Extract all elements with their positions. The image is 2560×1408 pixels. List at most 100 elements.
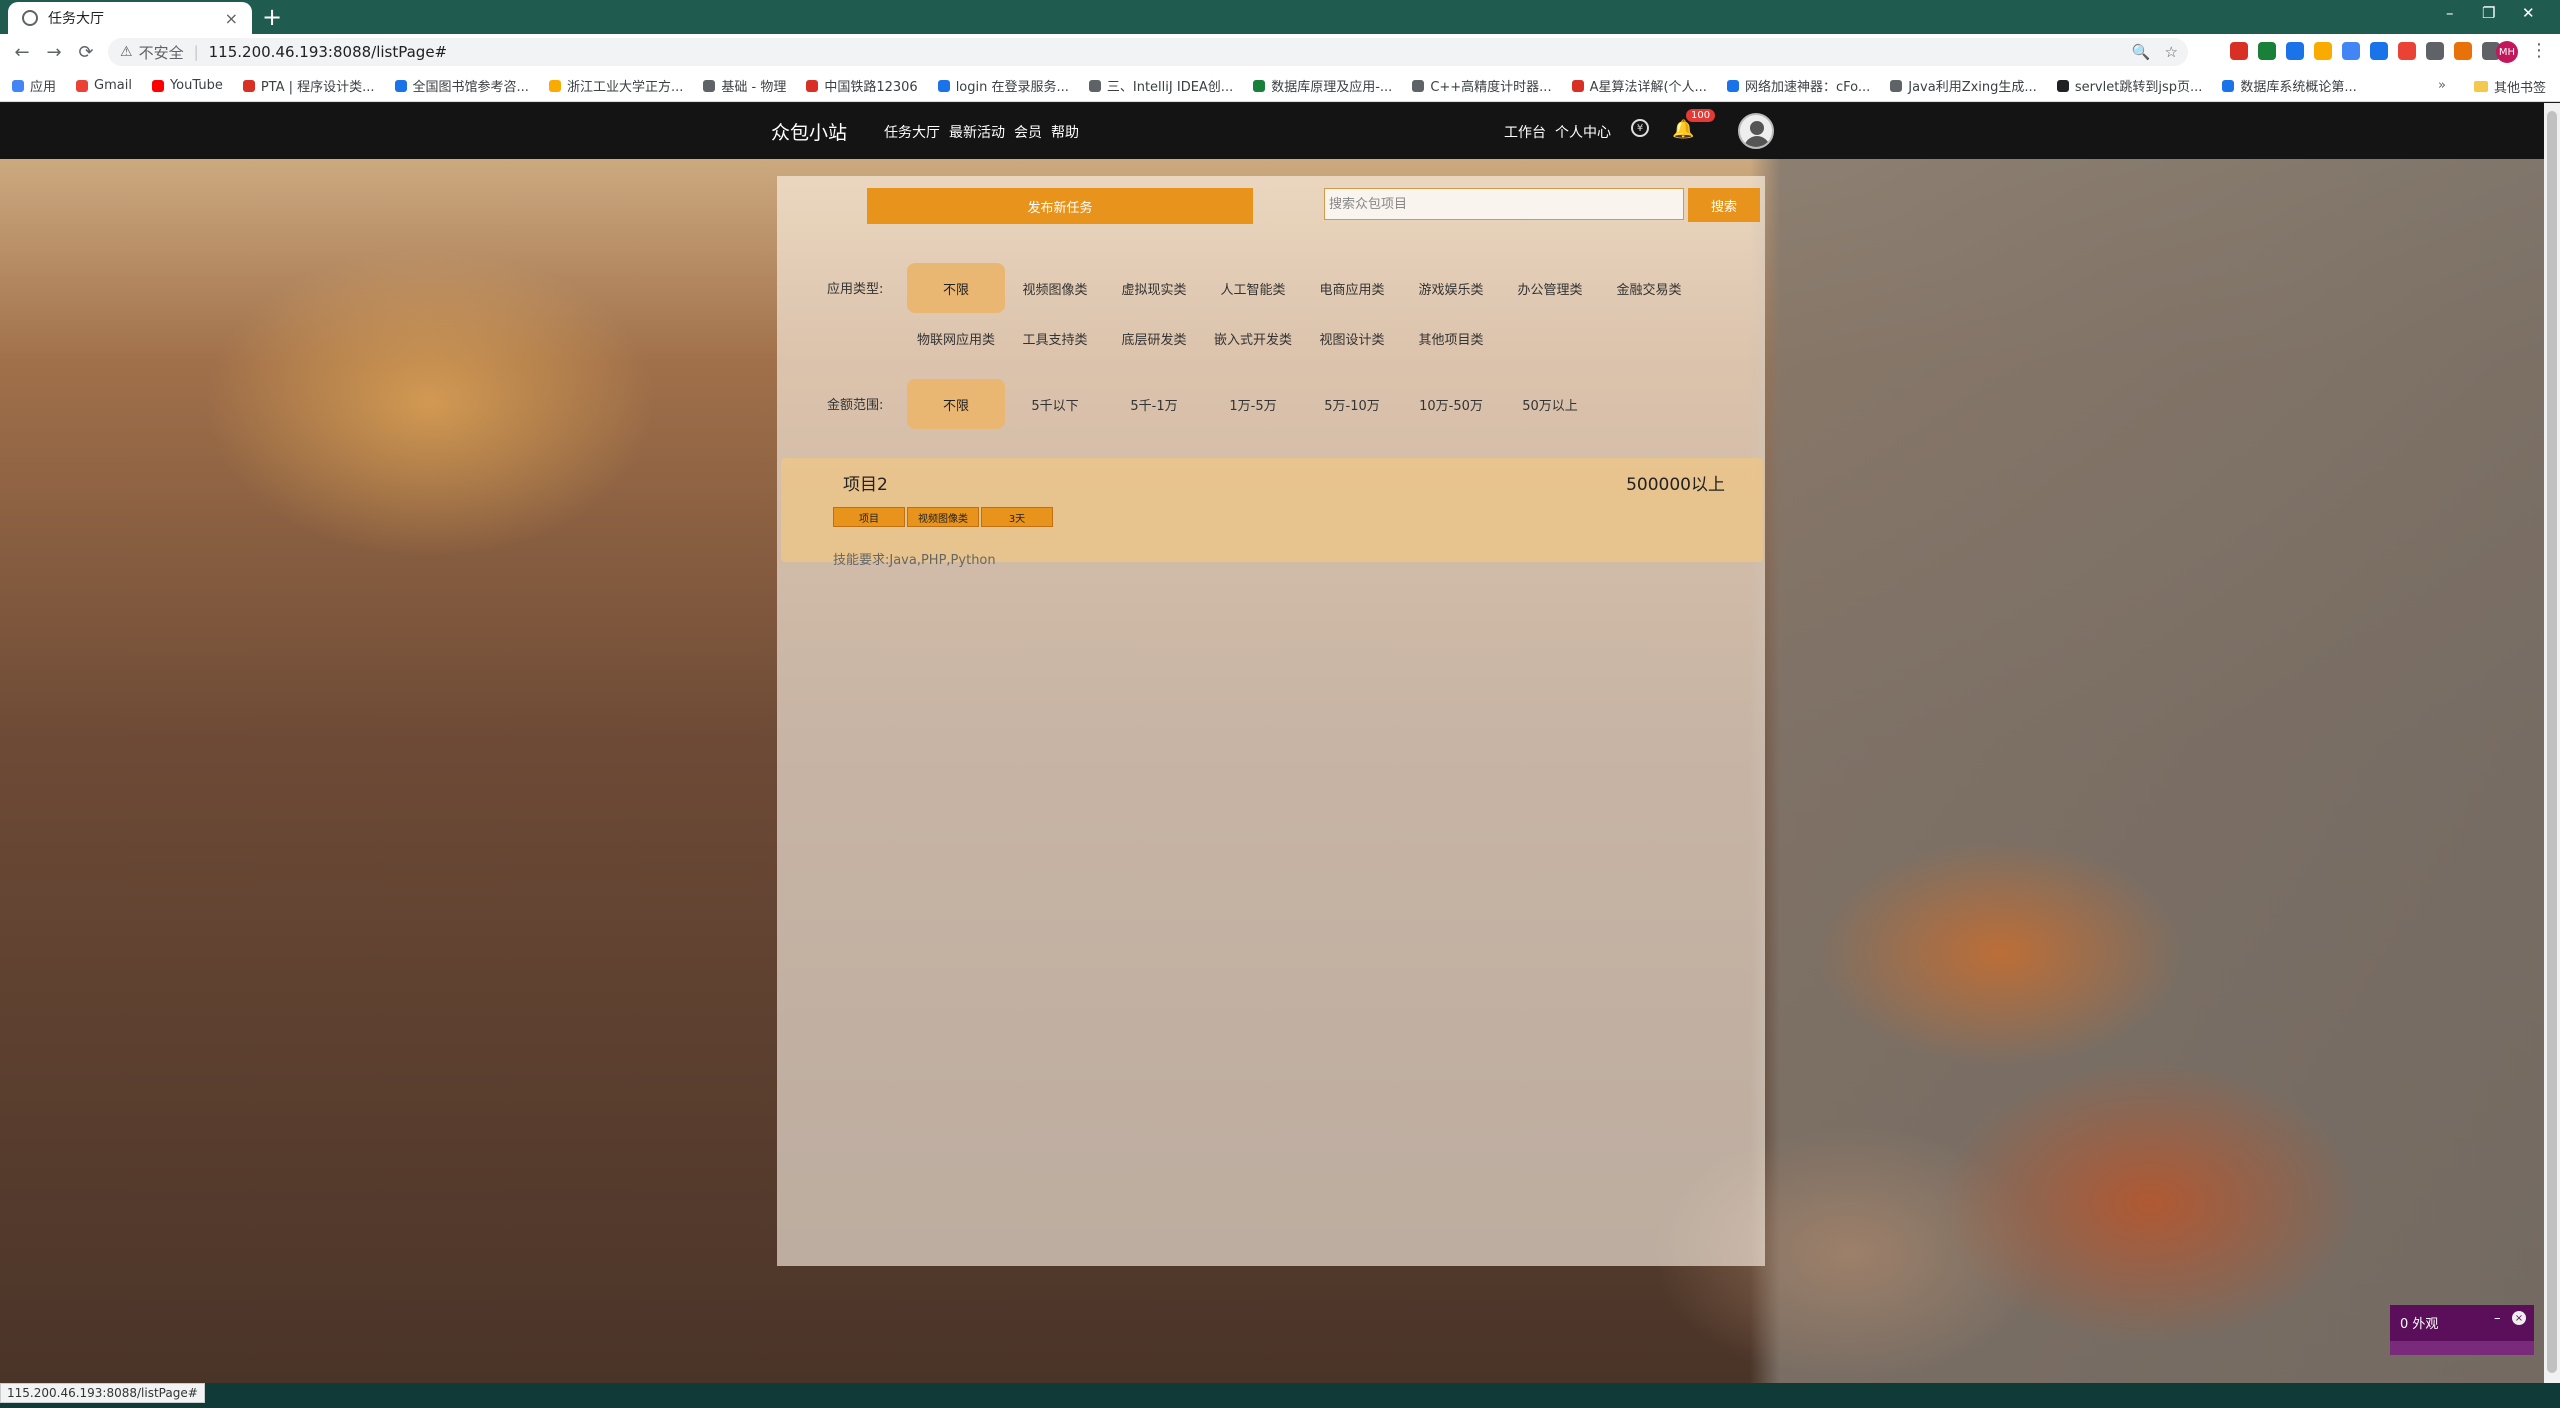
app-type-filter-chip[interactable]: 物联网应用类: [907, 313, 1005, 363]
extension-icon[interactable]: [2370, 42, 2388, 60]
browser-tabbar: 任务大厅 × + – ❐ ✕: [0, 0, 2560, 34]
bookmark-item[interactable]: 数据库原理及应用-...: [1253, 76, 1392, 95]
bookmark-item[interactable]: 数据库系统概论第...: [2222, 76, 2357, 95]
app-type-filter-chip[interactable]: 游戏娱乐类: [1402, 263, 1500, 313]
avatar-body: [1744, 136, 1770, 147]
bell-icon[interactable]: 🔔: [1672, 119, 1694, 140]
nav-latest-events[interactable]: 最新活动: [949, 122, 1005, 142]
widget-close-icon[interactable]: ×: [2512, 1311, 2526, 1325]
search-button[interactable]: 搜索: [1688, 188, 1760, 222]
bookmark-item[interactable]: login 在登录服务...: [937, 76, 1069, 95]
amount-filter-chip[interactable]: 5千以下: [1006, 379, 1104, 429]
extension-icon[interactable]: [2454, 42, 2472, 60]
app-type-filter-chip[interactable]: 虚拟现实类: [1105, 263, 1203, 313]
bookmark-star-icon[interactable]: ☆: [2165, 43, 2178, 61]
app-type-filter-chip[interactable]: 电商应用类: [1303, 263, 1401, 313]
bookmark-item[interactable]: Java利用Zxing生成...: [1890, 76, 2037, 95]
bookmark-item[interactable]: 基础 - 物理: [703, 76, 786, 95]
adblock-icon[interactable]: [2398, 42, 2416, 60]
extension-icon[interactable]: [2426, 42, 2444, 60]
publish-task-button[interactable]: 发布新任务: [867, 188, 1253, 224]
bookmark-label: 中国铁路12306: [824, 80, 918, 95]
bookmark-label: Gmail: [94, 78, 132, 93]
extension-icon[interactable]: [2258, 42, 2276, 60]
bookmark-label: 三、IntelliJ IDEA创...: [1106, 80, 1234, 95]
other-bookmarks[interactable]: 其他书签: [2474, 77, 2546, 96]
app-type-filter-chip[interactable]: 嵌入式开发类: [1204, 313, 1302, 363]
extension-icon[interactable]: [2342, 42, 2360, 60]
app-type-filter-chip[interactable]: 视频图像类: [1006, 263, 1104, 313]
menu-icon[interactable]: ⋮: [2530, 40, 2548, 61]
nav-help[interactable]: 帮助: [1051, 122, 1079, 142]
security-status[interactable]: 不安全: [139, 42, 184, 63]
bookmark-item[interactable]: PTA | 程序设计类...: [242, 76, 375, 95]
profile-avatar[interactable]: MH: [2496, 41, 2518, 63]
bookmark-item[interactable]: 网络加速神器：cFo...: [1726, 76, 1870, 95]
amount-filter-chip[interactable]: 50万以上: [1501, 379, 1599, 429]
widget-minimize-icon[interactable]: –: [2494, 1311, 2501, 1326]
app-type-filter-chip[interactable]: 金融交易类: [1600, 263, 1698, 313]
nav-workbench[interactable]: 工作台: [1504, 122, 1546, 142]
url-text[interactable]: 115.200.46.193:8088/listPage#: [209, 43, 447, 61]
app-type-filter-chip[interactable]: 底层研发类: [1105, 313, 1203, 363]
bookmark-item[interactable]: YouTube: [151, 78, 223, 93]
bookmark-label: 数据库系统概论第...: [2240, 80, 2357, 95]
extension-icon[interactable]: [2286, 42, 2304, 60]
bookmark-item[interactable]: C++高精度计时器...: [1412, 76, 1552, 95]
appearance-widget[interactable]: 0 外观 – ×: [2390, 1305, 2534, 1355]
amount-filter-chip[interactable]: 5千-1万: [1105, 379, 1203, 429]
extension-icon[interactable]: [2230, 42, 2248, 60]
app-type-filter-chip[interactable]: 不限: [907, 263, 1005, 313]
bookmark-item[interactable]: 应用: [12, 76, 56, 95]
app-type-filter-chip[interactable]: 人工智能类: [1204, 263, 1302, 313]
site-logo[interactable]: 众包小站: [771, 118, 847, 145]
app-type-filter-chip[interactable]: 工具支持类: [1006, 313, 1104, 363]
forward-icon[interactable]: →: [38, 42, 70, 63]
address-bar[interactable]: ⚠ 不安全 | 115.200.46.193:8088/listPage# 🔍 …: [108, 38, 2188, 66]
bookmark-favicon-icon: [1253, 79, 1266, 92]
back-icon[interactable]: ←: [6, 42, 38, 63]
bookmark-favicon-icon: [1726, 79, 1739, 92]
app-type-filter-chip[interactable]: 视图设计类: [1303, 313, 1401, 363]
reload-icon[interactable]: ⟳: [70, 42, 102, 63]
page-scrollbar[interactable]: [2544, 103, 2560, 1383]
bookmark-item[interactable]: 全国图书馆参考咨...: [394, 76, 529, 95]
app-type-filter-chip[interactable]: 其他项目类: [1402, 313, 1500, 363]
extension-icon[interactable]: [2314, 42, 2332, 60]
tab-close-icon[interactable]: ×: [225, 9, 238, 28]
nav-task-hall[interactable]: 任务大厅: [884, 122, 940, 142]
amount-filter-chip[interactable]: 10万-50万: [1402, 379, 1500, 429]
amount-filter-chip[interactable]: 1万-5万: [1204, 379, 1302, 429]
coin-icon[interactable]: ¥: [1631, 119, 1649, 137]
task-title[interactable]: 项目2: [843, 470, 888, 495]
bookmark-item[interactable]: 三、IntelliJ IDEA创...: [1088, 76, 1234, 95]
warning-triangle-icon[interactable]: ⚠: [120, 44, 133, 60]
status-bar: 115.200.46.193:8088/listPage#: [0, 1383, 2560, 1408]
bookmark-item[interactable]: 浙江工业大学正方...: [548, 76, 683, 95]
bookmark-item[interactable]: 中国铁路12306: [806, 76, 918, 95]
task-card[interactable]: 项目2 500000以上 项目 视频图像类 3天 技能要求:Java,PHP,P…: [781, 458, 1763, 568]
nav-membership[interactable]: 会员: [1014, 122, 1042, 142]
nav-personal-center[interactable]: 个人中心: [1555, 122, 1611, 142]
bookmark-item[interactable]: Gmail: [76, 78, 132, 93]
app-type-filter-chip[interactable]: 办公管理类: [1501, 263, 1599, 313]
user-avatar[interactable]: [1738, 113, 1774, 149]
omnibox-actions: 🔍 ☆: [2132, 43, 2178, 61]
amount-filter-chip[interactable]: 不限: [907, 379, 1005, 429]
new-tab-button[interactable]: +: [262, 4, 282, 30]
window-minimize-button[interactable]: –: [2446, 4, 2454, 22]
bookmark-item[interactable]: A星算法详解(个人...: [1571, 76, 1707, 95]
bookmark-item[interactable]: servlet跳转到jsp页...: [2056, 76, 2202, 95]
bookmark-favicon-icon: [1088, 79, 1101, 92]
amount-filter-chip[interactable]: 5万-10万: [1303, 379, 1401, 429]
browser-tab[interactable]: 任务大厅 ×: [8, 2, 252, 34]
bookmark-favicon-icon: [548, 79, 561, 92]
widget-bar: [2390, 1341, 2534, 1355]
bookmark-favicon-icon: [2222, 79, 2235, 92]
zoom-icon[interactable]: 🔍: [2132, 43, 2151, 61]
bookmarks-more-icon[interactable]: »: [2438, 78, 2446, 93]
search-input[interactable]: [1324, 188, 1684, 220]
window-restore-button[interactable]: ❐: [2482, 4, 2495, 22]
scrollbar-thumb[interactable]: [2547, 111, 2557, 1373]
window-close-button[interactable]: ✕: [2522, 4, 2535, 22]
